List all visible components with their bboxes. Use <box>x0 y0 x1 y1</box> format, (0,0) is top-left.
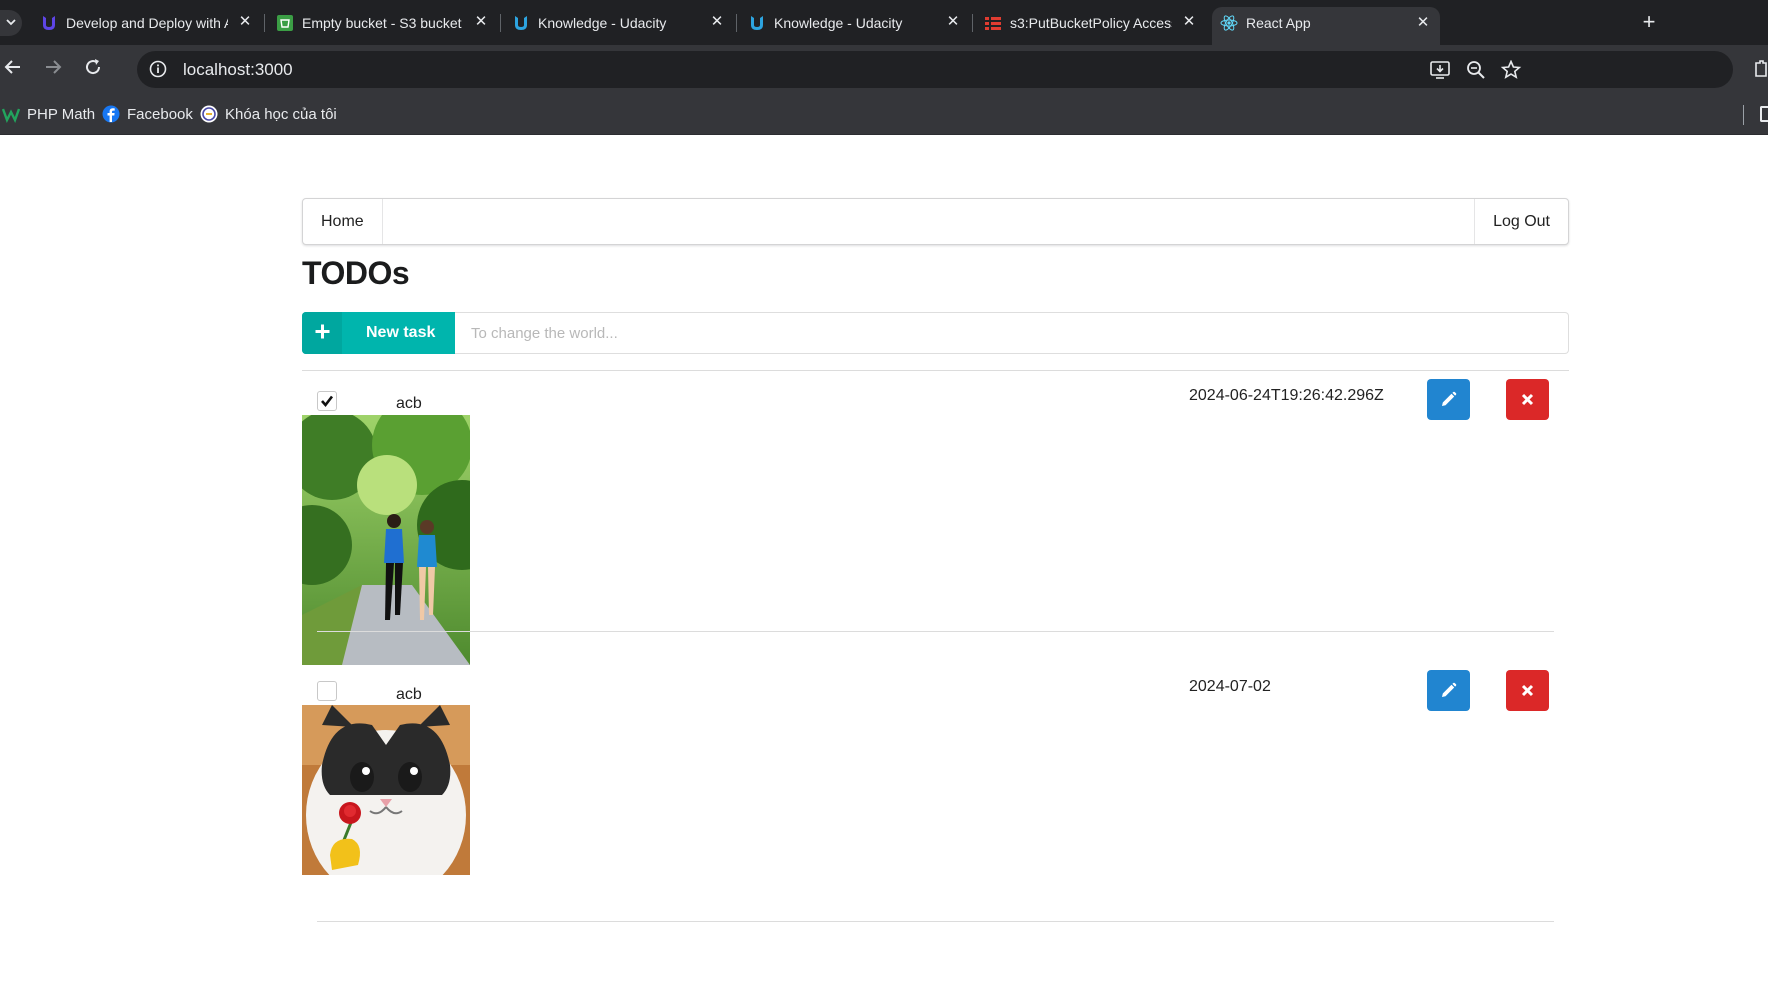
new-task-button[interactable]: New task <box>302 312 455 354</box>
close-icon[interactable]: ✕ <box>944 13 962 31</box>
todo-name: acb <box>396 395 422 412</box>
aws-docs-icon <box>985 17 1001 30</box>
tab-title: Knowledge - Udacity <box>774 15 903 31</box>
bookmarks-divider <box>1743 105 1744 125</box>
plus-box <box>302 312 342 354</box>
arrow-left-icon <box>4 60 20 74</box>
extensions-icon[interactable] <box>1752 60 1768 78</box>
bookmark-label: Khóa học của tôi <box>225 106 337 123</box>
todo-done-checkbox[interactable] <box>317 681 337 701</box>
browser-tab[interactable]: Empty bucket - S3 bucket ✕ <box>268 8 498 37</box>
browser-toolbar: localhost:3000 <box>0 45 1768 94</box>
tab-separator <box>500 14 501 32</box>
delete-button[interactable] <box>1506 379 1549 420</box>
todo-item: acb 2024-07-02 <box>302 670 1569 981</box>
browser-tab-active[interactable]: React App ✕ <box>1212 7 1440 45</box>
page-title: TODOs <box>302 255 410 291</box>
tab-strip: Develop and Deploy with AWS ✕ Empty buck… <box>0 0 1768 45</box>
delete-button[interactable] <box>1506 670 1549 711</box>
info-icon[interactable] <box>149 60 167 78</box>
nav-logout[interactable]: Log Out <box>1474 199 1568 244</box>
cat-with-rose-photo <box>302 705 470 875</box>
tab-title: Develop and Deploy with AWS <box>66 15 228 31</box>
tab-title: Empty bucket - S3 bucket <box>302 15 462 31</box>
chevron-down-icon <box>6 19 16 26</box>
reload-icon <box>86 59 101 75</box>
nav-home[interactable]: Home <box>303 199 383 244</box>
close-icon[interactable]: ✕ <box>1414 14 1432 32</box>
new-task-form: New task <box>302 312 1569 354</box>
bookmark-facebook[interactable]: Facebook <box>102 105 193 125</box>
todo-attachment-image <box>302 415 470 665</box>
bookmark-php-math[interactable]: PHP Math <box>2 105 95 125</box>
todo-name: acb <box>396 686 422 703</box>
url-text[interactable]: localhost:3000 <box>183 60 293 79</box>
checkmark-icon <box>321 395 334 408</box>
edit-button[interactable] <box>1427 379 1470 420</box>
back-button[interactable] <box>1 57 25 81</box>
close-icon[interactable]: ✕ <box>708 13 726 31</box>
bookmark-label: PHP Math <box>27 106 96 123</box>
tab-search-button[interactable] <box>0 10 22 36</box>
todo-due-date: 2024-06-24T19:26:42.296Z <box>1189 387 1384 404</box>
address-bar[interactable]: localhost:3000 <box>137 51 1733 88</box>
course-icon <box>200 105 218 123</box>
udacity-icon <box>515 16 527 30</box>
tab-separator <box>972 14 973 32</box>
tab-separator <box>264 14 265 32</box>
arrow-right-icon <box>46 60 62 74</box>
zoom-icon[interactable] <box>1465 60 1487 80</box>
star-icon[interactable] <box>1500 60 1522 80</box>
udacity-icon <box>43 16 55 30</box>
tab-title: Knowledge - Udacity <box>538 15 667 31</box>
react-icon <box>1220 15 1238 31</box>
tab-separator <box>736 14 737 32</box>
tab-title: s3:PutBucketPolicy Access <box>1010 15 1172 31</box>
bookmark-khoa-hoc[interactable]: Khóa học của tôi <box>200 105 337 125</box>
udacity-icon <box>751 16 763 30</box>
browser-tab[interactable]: s3:PutBucketPolicy Access ✕ <box>976 8 1206 37</box>
install-app-icon[interactable] <box>1429 60 1451 80</box>
top-menu: Home Log Out <box>302 198 1569 245</box>
close-icon <box>1521 684 1534 697</box>
plus-icon <box>315 324 330 339</box>
couple-running-photo <box>302 415 470 665</box>
new-task-input[interactable] <box>455 312 1569 354</box>
close-icon[interactable]: ✕ <box>472 13 490 31</box>
close-icon[interactable]: ✕ <box>236 13 254 31</box>
tab-title: React App <box>1246 15 1311 31</box>
browser-tab[interactable]: Develop and Deploy with AWS ✕ <box>32 8 262 37</box>
close-icon[interactable]: ✕ <box>1180 13 1198 31</box>
facebook-icon <box>102 105 120 123</box>
divider <box>302 370 1569 371</box>
reload-button[interactable] <box>81 57 105 81</box>
new-task-label: New task <box>366 324 436 341</box>
browser-tab[interactable]: Knowledge - Udacity ✕ <box>740 8 970 37</box>
s3-bucket-icon <box>277 15 293 31</box>
divider <box>317 921 1554 922</box>
bookmarks-bar: PHP Math Facebook Khóa học của tôi <box>0 94 1768 135</box>
todo-due-date: 2024-07-02 <box>1189 678 1271 695</box>
w-logo-icon <box>2 108 20 123</box>
divider <box>317 631 1554 632</box>
todo-attachment-image <box>302 705 470 875</box>
page-content: Home Log Out TODOs New task acb 2024-06-… <box>0 135 1768 992</box>
all-bookmarks-icon[interactable] <box>1760 106 1768 122</box>
browser-tab[interactable]: Knowledge - Udacity ✕ <box>504 8 734 37</box>
edit-button[interactable] <box>1427 670 1470 711</box>
pencil-icon <box>1442 391 1457 406</box>
todo-item: acb 2024-06-24T19:26:42.296Z <box>302 379 1569 665</box>
pencil-icon <box>1442 682 1457 697</box>
todo-done-checkbox[interactable] <box>317 391 337 411</box>
close-icon <box>1521 393 1534 406</box>
new-tab-button[interactable]: + <box>1637 11 1661 35</box>
forward-button[interactable] <box>41 57 65 81</box>
bookmark-label: Facebook <box>127 106 193 123</box>
